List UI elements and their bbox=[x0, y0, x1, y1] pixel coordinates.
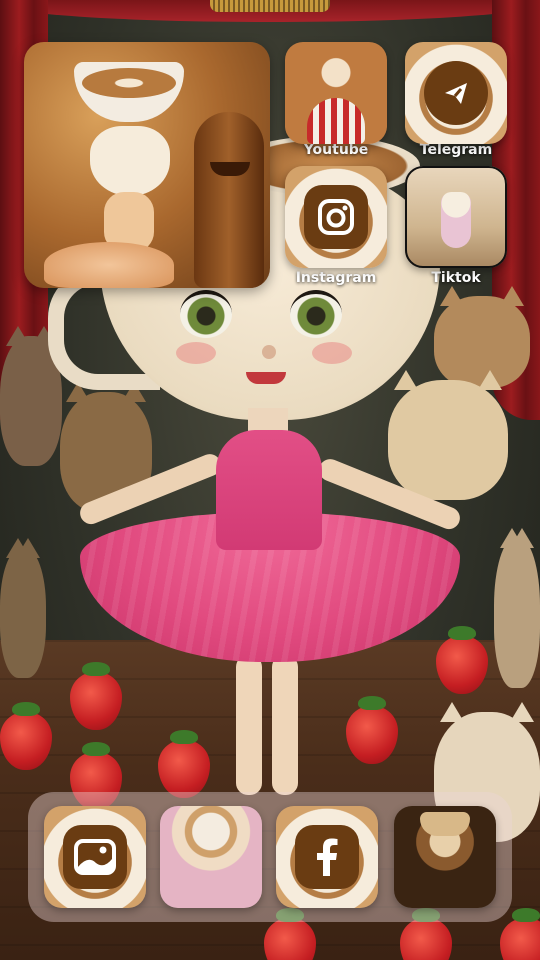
instagram-icon bbox=[304, 185, 368, 249]
dancer-photo-icon bbox=[285, 42, 387, 144]
app-telegram[interactable]: Telegram bbox=[405, 42, 507, 158]
latte-tile bbox=[405, 42, 507, 144]
partner-figure bbox=[194, 112, 264, 288]
noir-cup-photo-icon bbox=[394, 806, 496, 908]
dock bbox=[28, 792, 512, 922]
nose bbox=[262, 345, 276, 359]
app-label: Telegram bbox=[419, 142, 493, 158]
dock-app-facebook[interactable] bbox=[276, 806, 378, 908]
kitten-right-bottom bbox=[494, 528, 540, 688]
telegram-icon bbox=[424, 61, 488, 125]
pink-bodice bbox=[216, 430, 322, 550]
latte-cup bbox=[74, 62, 184, 122]
dock-app-noir[interactable] bbox=[394, 806, 496, 908]
kitten-right-mid bbox=[388, 370, 508, 500]
gallery-icon bbox=[63, 825, 127, 889]
kitten-left-bottom bbox=[0, 538, 46, 678]
strawberry bbox=[264, 908, 316, 960]
ballerina-photo-icon bbox=[405, 166, 507, 268]
right-leg bbox=[272, 655, 298, 795]
strawberry bbox=[400, 908, 452, 960]
dancer-face bbox=[90, 126, 170, 196]
dock-app-gallery[interactable] bbox=[44, 806, 146, 908]
dock-app-photo[interactable] bbox=[160, 806, 262, 908]
left-eye bbox=[180, 290, 232, 338]
cup-girl-photo-icon bbox=[160, 806, 262, 908]
app-label: Youtube bbox=[303, 142, 369, 158]
app-instagram[interactable]: Instagram bbox=[285, 166, 387, 286]
app-youtube[interactable]: Youtube bbox=[285, 42, 387, 158]
facebook-icon bbox=[295, 825, 359, 889]
left-leg bbox=[236, 655, 262, 795]
dancer-tutu bbox=[44, 242, 174, 288]
right-eye bbox=[290, 290, 342, 338]
app-label: Instagram bbox=[295, 270, 377, 286]
right-cheek bbox=[312, 342, 352, 364]
gold-trim bbox=[210, 0, 330, 12]
photo-widget[interactable] bbox=[24, 42, 270, 288]
left-cheek bbox=[176, 342, 216, 364]
latte-tile bbox=[285, 166, 387, 268]
home-screen: Youtube Telegram Instagram Tiktok bbox=[0, 0, 540, 960]
app-label: Tiktok bbox=[431, 270, 481, 286]
mouth bbox=[246, 372, 286, 384]
latte-tile bbox=[276, 806, 378, 908]
latte-tile bbox=[44, 806, 146, 908]
app-tiktok[interactable]: Tiktok bbox=[405, 166, 507, 286]
